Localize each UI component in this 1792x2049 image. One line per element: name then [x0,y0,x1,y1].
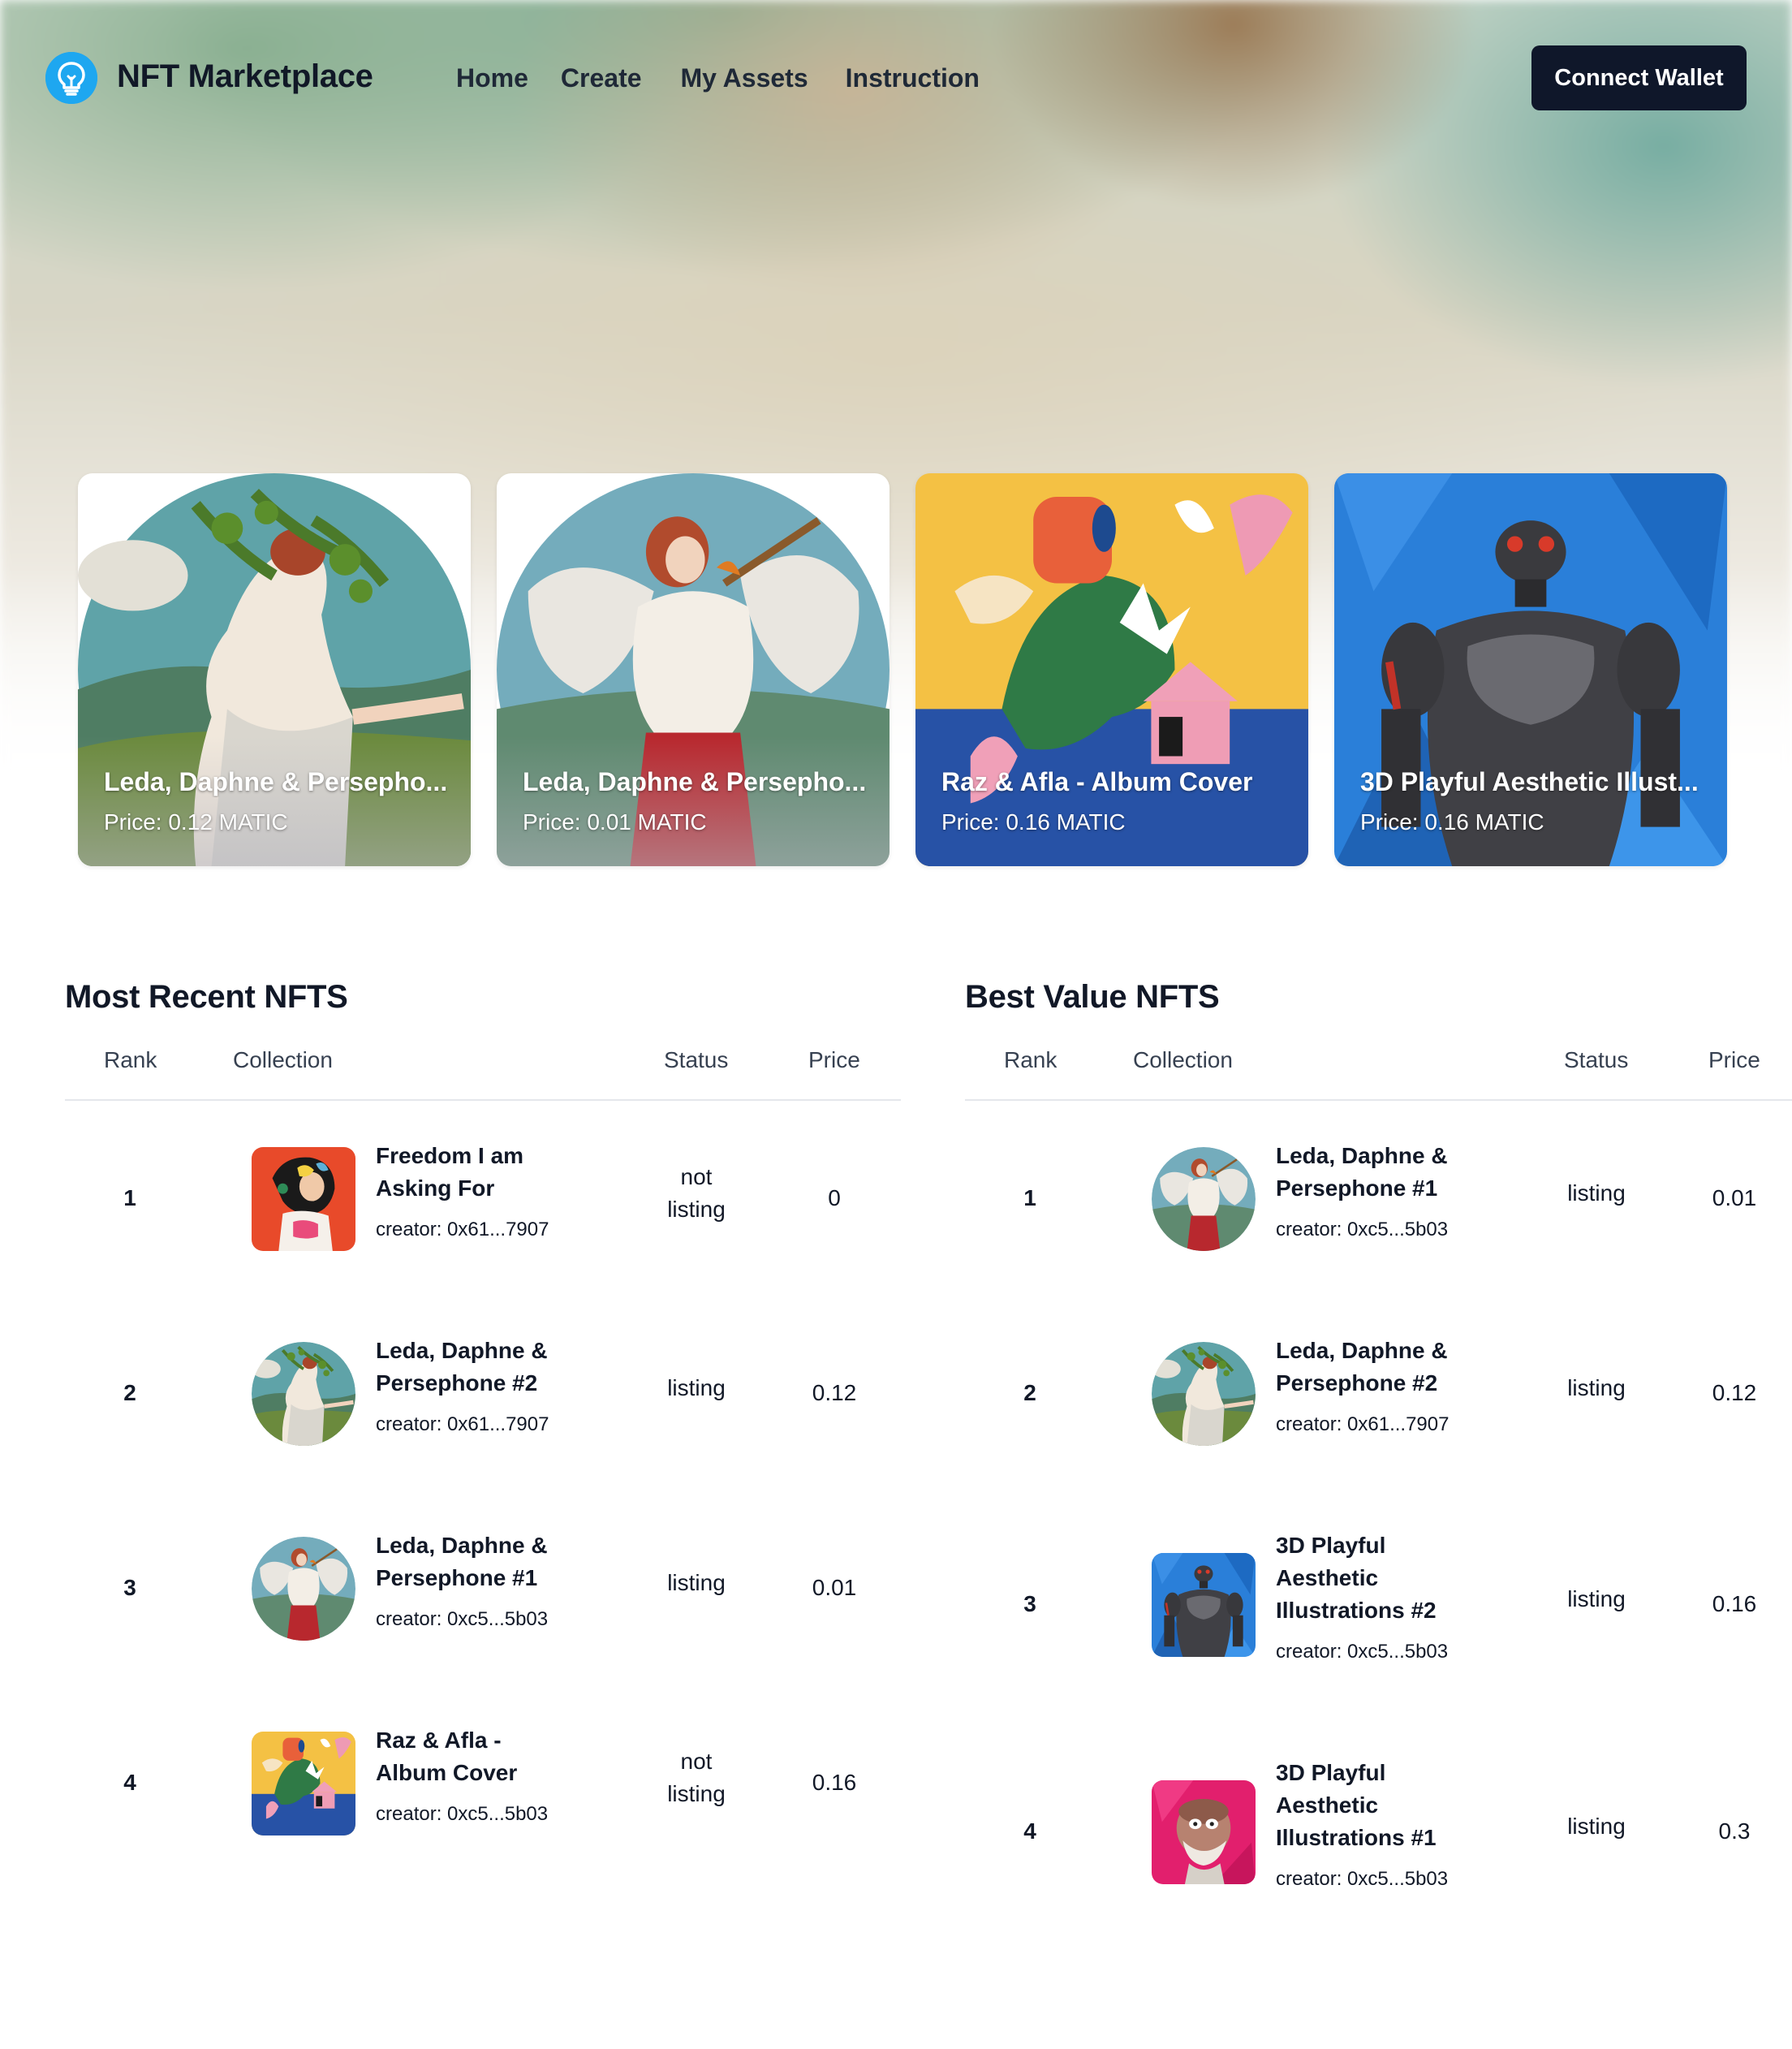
top-navigation: NFT Marketplace Home Create My Assets In… [0,0,1792,158]
featured-card[interactable]: Raz & Afla - Album Cover Price: 0.16 MAT… [915,473,1308,866]
nft-creator: creator: 0xc5...5b03 [1276,1641,1449,1663]
row-price: 0.16 [1712,1591,1757,1616]
header-divider [965,1099,1792,1101]
nft-name[interactable]: Leda, Daphne & Persephone #2 [1276,1335,1471,1400]
nft-name[interactable]: Raz & Afla - Album Cover [376,1724,571,1789]
table-row[interactable]: 4 Raz & Afla - Album Cover creator: 0xc5.… [65,1726,901,1904]
featured-card[interactable]: Leda, Daphne & Persepho... Price: 0.12 M… [78,473,471,866]
featured-carousel: Leda, Daphne & Persepho... Price: 0.12 M… [78,473,1727,867]
nft-creator: creator: 0xc5...5b03 [1276,1219,1449,1240]
card-title: Leda, Daphne & Persepho... [523,767,867,796]
col-status: Status [1564,1047,1629,1072]
row-status: not listing [667,1749,726,1806]
row-price: 0.16 [812,1770,857,1795]
card-overlay [78,736,471,866]
nav-instruction[interactable]: Instruction [846,63,980,93]
lightbulb-logo-icon[interactable] [45,52,97,104]
row-rank: 1 [123,1185,136,1210]
row-price: 0.01 [1712,1185,1757,1210]
table-row[interactable]: 2 Leda, Daphne & Persephone #2 creator: 0… [965,1336,1792,1515]
most-recent-section: Most Recent NFTS Rank Collection Status … [65,979,901,1953]
table-row[interactable]: 3 Leda, Daphne & Persephone #1 creator: 0… [65,1531,901,1710]
row-rank: 1 [1023,1185,1036,1210]
nft-creator: creator: 0xc5...5b03 [1276,1868,1449,1890]
section-title: Best Value NFTS [965,979,1220,1015]
row-status: listing [1567,1586,1626,1611]
section-title: Most Recent NFTS [65,979,348,1015]
row-rank: 4 [123,1770,136,1795]
table-row[interactable]: 1 Freedom I am Asking For creator: 0x61..… [65,1141,901,1320]
table-row[interactable]: 4 3D Playful Aesthetic Illustrations #1 cr… [965,1758,1792,1969]
nft-creator: creator: 0x61...7907 [376,1413,549,1435]
row-rank: 2 [1023,1380,1036,1405]
row-price: 0.3 [1718,1818,1751,1844]
table-row[interactable]: 3 3D Playful Aesthetic Illustrations #2 cr… [965,1531,1792,1742]
card-price: Price: 0.01 MATIC [523,809,707,835]
nav-create[interactable]: Create [561,63,642,93]
row-status: listing [667,1375,726,1400]
nav-links: Home Create My Assets Instruction [456,63,1012,93]
table-header: Rank Collection Status Price [65,1047,901,1096]
table-header: Rank Collection Status Price [965,1047,1792,1096]
nft-creator: creator: 0x61...7907 [1276,1413,1450,1435]
col-status: Status [664,1047,729,1072]
nft-name[interactable]: 3D Playful Aesthetic Illustrations #2 [1276,1529,1471,1627]
col-price: Price [1708,1047,1760,1072]
card-price: Price: 0.16 MATIC [941,809,1126,835]
nft-thumbnail[interactable] [1152,1147,1256,1251]
nft-name[interactable]: Leda, Daphne & Persephone #1 [376,1529,571,1594]
row-status: listing [667,1570,726,1595]
nft-thumbnail[interactable] [252,1732,355,1835]
nft-name[interactable]: Freedom I am Asking For [376,1140,571,1205]
card-price: Price: 0.12 MATIC [104,809,288,835]
row-rank: 3 [1023,1591,1036,1616]
col-price: Price [808,1047,860,1072]
nft-thumbnail[interactable] [252,1147,355,1251]
row-price: 0.12 [1712,1380,1757,1405]
row-price: 0 [828,1185,841,1210]
brand-name[interactable]: NFT Marketplace [117,58,373,95]
nft-artwork-image [1334,473,1727,866]
row-status: listing [1567,1814,1626,1839]
table-row[interactable]: 1 Leda, Daphne & Persephone #1 creator: 0… [965,1141,1792,1320]
row-rank: 2 [123,1380,136,1405]
table-row[interactable]: 2 Leda, Daphne & Persephone #2 creator: 0… [65,1336,901,1515]
card-title: 3D Playful Aesthetic Illust... [1360,767,1699,796]
row-price: 0.12 [812,1380,857,1405]
nav-home[interactable]: Home [456,63,528,93]
nft-thumbnail[interactable] [1152,1780,1256,1884]
card-overlay [497,736,890,866]
nft-creator: creator: 0x61...7907 [376,1219,549,1240]
nft-creator: creator: 0xc5...5b03 [376,1608,549,1630]
best-value-section: Best Value NFTS Rank Collection Status P… [965,979,1792,2002]
card-price: Price: 0.16 MATIC [1360,809,1544,835]
row-rank: 4 [1023,1818,1036,1844]
nav-my-assets[interactable]: My Assets [681,63,808,93]
row-status: listing [1567,1180,1626,1206]
featured-card[interactable]: 3D Playful Aesthetic Illust... Price: 0.… [1334,473,1727,866]
row-price: 0.01 [812,1575,857,1600]
nft-creator: creator: 0xc5...5b03 [376,1803,549,1825]
featured-card[interactable]: Leda, Daphne & Persepho... Price: 0.01 M… [497,473,890,866]
col-rank: Rank [104,1047,157,1072]
col-collection: Collection [233,1047,333,1072]
nft-thumbnail[interactable] [252,1342,355,1446]
nft-thumbnail[interactable] [1152,1342,1256,1446]
nft-artwork-image [915,473,1308,866]
nft-thumbnail[interactable] [252,1537,355,1641]
connect-wallet-button[interactable]: Connect Wallet [1531,45,1747,110]
nft-name[interactable]: Leda, Daphne & Persephone #2 [376,1335,571,1400]
card-title: Leda, Daphne & Persepho... [104,767,448,796]
card-title: Raz & Afla - Album Cover [941,767,1253,796]
col-rank: Rank [1004,1047,1058,1072]
nft-name[interactable]: Leda, Daphne & Persephone #1 [1276,1140,1471,1205]
col-collection: Collection [1133,1047,1233,1072]
nft-name[interactable]: 3D Playful Aesthetic Illustrations #1 [1276,1757,1471,1854]
row-status: not listing [667,1164,726,1222]
row-rank: 3 [123,1575,136,1600]
row-status: listing [1567,1375,1626,1400]
nft-thumbnail[interactable] [1152,1553,1256,1657]
header-divider [65,1099,901,1101]
